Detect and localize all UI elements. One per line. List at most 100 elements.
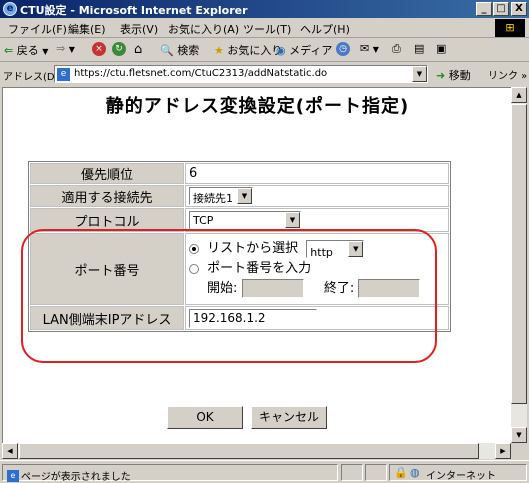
stop-icon: × xyxy=(92,42,106,56)
scroll-left-icon[interactable]: ◀ xyxy=(2,443,18,459)
status-zone: 🔒 ◍ インターネット xyxy=(389,464,527,482)
menu-tools[interactable]: ツール(T) xyxy=(243,21,291,37)
forward-button[interactable]: ⇒ ▼ xyxy=(56,42,75,55)
media-icon: ◉ xyxy=(276,44,286,57)
port-list-row: リストから選択 http ▼ xyxy=(189,239,448,259)
back-label: 戻る xyxy=(16,44,39,57)
chevron-down-icon: ▼ xyxy=(237,188,252,204)
scroll-down-icon[interactable]: ▼ xyxy=(511,427,527,443)
vertical-scroll-thumb[interactable] xyxy=(511,104,527,404)
menu-view[interactable]: 表示(V) xyxy=(120,21,158,37)
port-start-input[interactable] xyxy=(241,279,304,298)
zone-text: インターネット xyxy=(426,471,496,482)
port-cell: リストから選択 http ▼ ポート番号を入力 開始: 終了: xyxy=(185,233,449,305)
edit-icon: ▤ xyxy=(414,42,425,55)
go-label: 移動 xyxy=(448,69,471,82)
home-button[interactable]: ⌂ xyxy=(134,42,142,57)
refresh-icon: ↻ xyxy=(112,42,126,56)
menu-file[interactable]: ファイル(F) xyxy=(8,21,67,37)
connection-select[interactable]: 接続先1 ▼ xyxy=(189,187,253,205)
protocol-select[interactable]: TCP ▼ xyxy=(189,211,301,229)
search-button[interactable]: 🔍 検索 xyxy=(160,42,199,58)
lan-ip-input[interactable]: 192.168.1.2 xyxy=(189,308,317,328)
protocol-label: プロトコル xyxy=(30,208,184,232)
scroll-up-icon[interactable]: ▲ xyxy=(511,87,527,103)
title-bar: e CTU設定 - Microsoft Internet Explorer _ … xyxy=(0,0,529,18)
port-list-select[interactable]: http ▼ xyxy=(306,239,365,259)
address-dropdown-button[interactable]: ▼ xyxy=(412,66,427,82)
cancel-button[interactable]: キャンセル xyxy=(251,406,327,429)
ie-icon: e xyxy=(3,2,17,16)
globe-icon: ◍ xyxy=(410,466,420,479)
status-text: ページが表示されました xyxy=(21,472,131,483)
windows-logo-icon: ⊞ xyxy=(495,19,525,37)
stop-button[interactable]: × xyxy=(92,42,106,56)
connection-label: 適用する接続先 xyxy=(30,185,184,207)
address-url: https://ctu.fletsnet.com/CtuC2313/addNat… xyxy=(74,68,328,79)
minimize-button[interactable]: _ xyxy=(476,2,492,16)
menu-help[interactable]: ヘルプ(H) xyxy=(300,21,350,37)
port-start-label: 開始: xyxy=(207,281,238,296)
status-bar: e ページが表示されました 🔒 ◍ インターネット xyxy=(0,460,529,483)
port-list-radio[interactable] xyxy=(189,243,199,254)
port-list-select-value: http xyxy=(310,245,333,259)
discuss-icon: ▣ xyxy=(436,42,447,55)
refresh-button[interactable]: ↻ xyxy=(112,42,126,56)
priority-value: 6 xyxy=(185,163,449,184)
chevron-down-icon: ▼ xyxy=(285,212,300,228)
horizontal-scrollbar[interactable]: ◀ ▶ xyxy=(2,443,511,459)
page-viewport: 静的アドレス変換設定(ポート指定) 優先順位 6 適用する接続先 接続先1 ▼ … xyxy=(2,87,511,443)
protocol-select-value: TCP xyxy=(193,214,214,227)
close-button[interactable]: X xyxy=(511,2,527,16)
history-button[interactable]: ◷ xyxy=(336,42,350,56)
menu-edit[interactable]: 編集(E) xyxy=(68,21,106,37)
forward-arrow-icon: ⇒ xyxy=(56,42,66,55)
address-bar: アドレス(D) e https://ctu.fletsnet.com/CtuC2… xyxy=(0,62,529,86)
port-end-input[interactable] xyxy=(358,279,421,298)
search-icon: 🔍 xyxy=(160,44,174,57)
chevron-down-icon: ▼ xyxy=(372,45,379,54)
horizontal-scroll-thumb[interactable] xyxy=(19,443,479,459)
lock-icon: 🔒 xyxy=(394,466,408,479)
chevron-down-icon: ▼ xyxy=(68,45,75,54)
links-button[interactable]: リンク » xyxy=(488,67,527,82)
print-icon: ⎙ xyxy=(392,42,401,55)
print-button[interactable]: ⎙ xyxy=(392,42,401,56)
status-cell-blank xyxy=(365,464,387,481)
menu-bar: ファイル(F) 編集(E) 表示(V) お気に入り(A) ツール(T) ヘルプ(… xyxy=(0,18,529,38)
connection-select-value: 接続先1 xyxy=(193,192,233,205)
vertical-scrollbar[interactable]: ▲ ▼ xyxy=(511,87,527,443)
history-icon: ◷ xyxy=(336,42,350,56)
address-label: アドレス(D) xyxy=(3,72,59,83)
port-label: ポート番号 xyxy=(30,233,184,305)
mail-icon: ✉ xyxy=(360,42,370,55)
port-manual-radio[interactable] xyxy=(189,263,199,274)
page-title: 静的アドレス変換設定(ポート指定) xyxy=(105,96,410,117)
favorites-button[interactable]: ★ お気に入り xyxy=(214,42,282,58)
go-arrow-icon: ➜ xyxy=(436,69,446,82)
media-button[interactable]: ◉ メディア xyxy=(276,42,332,58)
toolbar: ⇐ 戻る ▼ ⇒ ▼ × ↻ ⌂ 🔍 検索 ★ お気に入り ◉ メディア ◷ ✉… xyxy=(0,38,529,62)
home-icon: ⌂ xyxy=(134,42,143,57)
scroll-right-icon[interactable]: ▶ xyxy=(495,443,511,459)
port-manual-option-label: ポート番号を入力 xyxy=(207,261,312,276)
go-button[interactable]: ➜ 移動 xyxy=(436,67,471,83)
menu-favorites[interactable]: お気に入り(A) xyxy=(168,21,239,37)
back-button[interactable]: ⇐ 戻る ▼ xyxy=(4,42,48,58)
mail-button[interactable]: ✉ ▼ xyxy=(360,42,379,55)
page-icon: e xyxy=(57,68,70,81)
settings-table: 優先順位 6 適用する接続先 接続先1 ▼ プロトコル TCP ▼ ポート番号 xyxy=(28,161,451,332)
favorites-icon: ★ xyxy=(214,44,224,57)
edit-button[interactable]: ▤ xyxy=(414,42,424,55)
maximize-button[interactable]: □ xyxy=(493,2,509,16)
ok-button[interactable]: OK xyxy=(167,406,243,429)
discuss-button[interactable]: ▣ xyxy=(436,42,446,55)
port-range-row: 開始: 終了: xyxy=(189,279,448,299)
lan-ip-label: LAN側端末IPアドレス xyxy=(30,306,184,330)
address-input[interactable]: e https://ctu.fletsnet.com/CtuC2313/addN… xyxy=(54,65,428,83)
priority-label: 優先順位 xyxy=(30,163,184,184)
port-list-option-label: リストから選択 xyxy=(207,241,299,256)
protocol-cell: TCP ▼ xyxy=(185,208,449,232)
search-label: 検索 xyxy=(177,44,200,57)
port-end-label: 終了: xyxy=(323,281,355,296)
